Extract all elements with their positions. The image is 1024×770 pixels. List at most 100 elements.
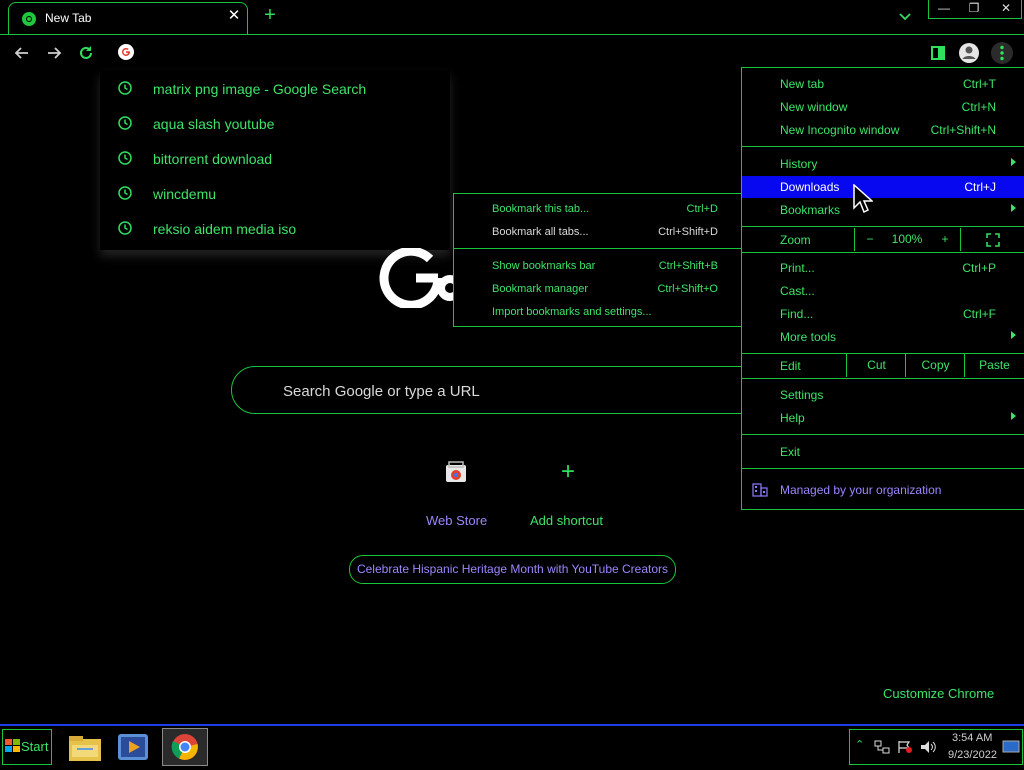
menu-item-bookmark-all-tabs[interactable]: Bookmark all tabs... Ctrl+Shift+D bbox=[454, 222, 744, 244]
suggestion-item[interactable]: reksio aidem media iso bbox=[100, 213, 450, 243]
menu-row-zoom: Zoom − 100% + bbox=[742, 228, 1024, 252]
window-controls: — ❐ ✕ bbox=[928, 0, 1022, 19]
taskbar-chrome-button[interactable] bbox=[162, 728, 208, 766]
menu-item-new-incognito[interactable]: New Incognito window Ctrl+Shift+N bbox=[742, 119, 1024, 141]
chrome-logo-icon bbox=[22, 12, 36, 26]
mouse-cursor-icon bbox=[853, 184, 873, 214]
history-clock-icon bbox=[118, 151, 132, 165]
menu-item-bookmark-this-tab[interactable]: Bookmark this tab... Ctrl+D bbox=[454, 199, 744, 221]
menu-item-bookmarks[interactable]: Bookmarks bbox=[742, 199, 1024, 221]
omnibox-suggestions: matrix png image - Google Search aqua sl… bbox=[100, 70, 450, 250]
suggestion-text: wincdemu bbox=[153, 186, 217, 202]
menu-divider bbox=[454, 248, 744, 249]
bookmarks-submenu: Bookmark this tab... Ctrl+D Bookmark all… bbox=[453, 193, 745, 327]
menu-divider bbox=[742, 434, 1024, 435]
suggestion-item[interactable]: wincdemu bbox=[100, 178, 450, 208]
media-player-icon[interactable] bbox=[116, 731, 150, 763]
web-store-icon[interactable] bbox=[444, 461, 468, 483]
zoom-out-button[interactable]: − bbox=[854, 228, 885, 251]
file-explorer-icon[interactable] bbox=[67, 731, 103, 763]
cut-button[interactable]: Cut bbox=[846, 354, 906, 377]
menu-item-new-tab[interactable]: New tab Ctrl+T bbox=[742, 73, 1024, 95]
suggestion-item[interactable]: matrix png image - Google Search bbox=[100, 73, 450, 103]
search-input[interactable]: Search Google or type a URL bbox=[283, 383, 480, 400]
chevron-down-icon[interactable] bbox=[896, 7, 914, 25]
suggestion-text: reksio aidem media iso bbox=[153, 221, 297, 237]
history-clock-icon bbox=[118, 186, 132, 200]
kebab-menu-icon[interactable] bbox=[991, 42, 1013, 64]
volume-icon[interactable] bbox=[920, 740, 938, 754]
tab-title: New Tab bbox=[45, 11, 92, 25]
zoom-level: 100% bbox=[891, 232, 923, 246]
history-clock-icon bbox=[118, 116, 132, 130]
action-center-flag-icon[interactable] bbox=[897, 740, 913, 754]
restore-button[interactable]: ❐ bbox=[959, 0, 989, 18]
zoom-in-button[interactable]: + bbox=[930, 228, 960, 251]
menu-item-print[interactable]: Print... Ctrl+P bbox=[742, 257, 1024, 279]
google-g-icon bbox=[118, 44, 134, 60]
menu-item-settings[interactable]: Settings bbox=[742, 384, 1024, 406]
google-logo bbox=[379, 248, 456, 308]
paste-button[interactable]: Paste bbox=[964, 354, 1024, 377]
menu-item-managed[interactable]: Managed by your organization bbox=[742, 479, 1024, 501]
tray-expand-icon[interactable]: ⌃ bbox=[855, 738, 864, 751]
menu-divider bbox=[742, 226, 1024, 227]
promo-link[interactable]: Celebrate Hispanic Heritage Month with Y… bbox=[349, 555, 676, 584]
customize-chrome-button[interactable]: Customize Chrome bbox=[883, 686, 994, 701]
reload-icon[interactable] bbox=[76, 43, 96, 63]
shortcut-add[interactable]: Add shortcut bbox=[530, 513, 603, 528]
menu-item-more-tools[interactable]: More tools bbox=[742, 326, 1024, 348]
suggestion-text: matrix png image - Google Search bbox=[153, 81, 367, 97]
menu-item-downloads[interactable]: Downloads Ctrl+J bbox=[742, 176, 1024, 198]
new-tab-plus-icon[interactable]: + bbox=[260, 5, 280, 25]
fullscreen-icon bbox=[985, 233, 1000, 247]
add-shortcut-plus-icon[interactable]: + bbox=[556, 460, 580, 484]
close-window-button[interactable]: ✕ bbox=[991, 0, 1021, 18]
forward-arrow-icon[interactable] bbox=[44, 43, 64, 63]
network-icon[interactable] bbox=[874, 740, 890, 754]
menu-item-bookmark-manager[interactable]: Bookmark manager Ctrl+Shift+O bbox=[454, 279, 744, 301]
copy-button[interactable]: Copy bbox=[905, 354, 965, 377]
suggestion-text: aqua slash youtube bbox=[153, 116, 275, 132]
menu-item-show-bookmarks-bar[interactable]: Show bookmarks bar Ctrl+Shift+B bbox=[454, 256, 744, 278]
tab-close-icon[interactable]: ✕ bbox=[225, 7, 243, 25]
menu-divider bbox=[742, 378, 1024, 379]
history-clock-icon bbox=[118, 81, 132, 95]
clock-date[interactable]: 9/23/2022 bbox=[948, 749, 997, 761]
building-icon bbox=[752, 483, 768, 497]
suggestion-item[interactable]: bittorrent download bbox=[100, 143, 450, 173]
side-panel-icon[interactable] bbox=[928, 43, 948, 63]
menu-item-help[interactable]: Help bbox=[742, 407, 1024, 429]
menu-item-import-bookmarks[interactable]: Import bookmarks and settings... bbox=[454, 302, 744, 324]
submenu-arrow-icon bbox=[1011, 204, 1016, 212]
chrome-app-icon bbox=[171, 734, 198, 760]
fullscreen-button[interactable] bbox=[960, 228, 1024, 251]
tab-new-tab[interactable]: New Tab ✕ bbox=[8, 2, 248, 35]
windows-logo-icon bbox=[5, 739, 20, 752]
start-label: Start bbox=[21, 739, 49, 754]
shortcut-web-store[interactable]: Web Store bbox=[426, 513, 487, 528]
menu-item-exit[interactable]: Exit bbox=[742, 441, 1024, 463]
show-desktop-icon[interactable] bbox=[1002, 740, 1020, 754]
menu-item-new-window[interactable]: New window Ctrl+N bbox=[742, 96, 1024, 118]
back-arrow-icon[interactable] bbox=[12, 43, 32, 63]
clock-time[interactable]: 3:54 AM bbox=[952, 732, 992, 744]
history-clock-icon bbox=[118, 221, 132, 235]
tab-strip: New Tab ✕ + — ❐ ✕ bbox=[0, 0, 1024, 35]
menu-item-cast[interactable]: Cast... bbox=[742, 280, 1024, 302]
menu-item-history[interactable]: History bbox=[742, 153, 1024, 175]
suggestion-text: bittorrent download bbox=[153, 151, 273, 167]
suggestion-item[interactable]: aqua slash youtube bbox=[100, 108, 450, 138]
menu-divider bbox=[742, 146, 1024, 147]
chrome-main-menu: New tab Ctrl+T New window Ctrl+N New Inc… bbox=[741, 67, 1024, 510]
menu-divider bbox=[742, 252, 1024, 253]
menu-item-find[interactable]: Find... Ctrl+F bbox=[742, 303, 1024, 325]
menu-row-edit: Edit Cut Copy Paste bbox=[742, 354, 1024, 378]
minimize-button[interactable]: — bbox=[929, 0, 959, 18]
menu-divider bbox=[742, 468, 1024, 469]
submenu-arrow-icon bbox=[1011, 331, 1016, 339]
submenu-arrow-icon bbox=[1011, 412, 1016, 420]
submenu-arrow-icon bbox=[1011, 158, 1016, 166]
toolbar bbox=[0, 34, 1024, 71]
profile-avatar-icon[interactable] bbox=[958, 42, 980, 64]
